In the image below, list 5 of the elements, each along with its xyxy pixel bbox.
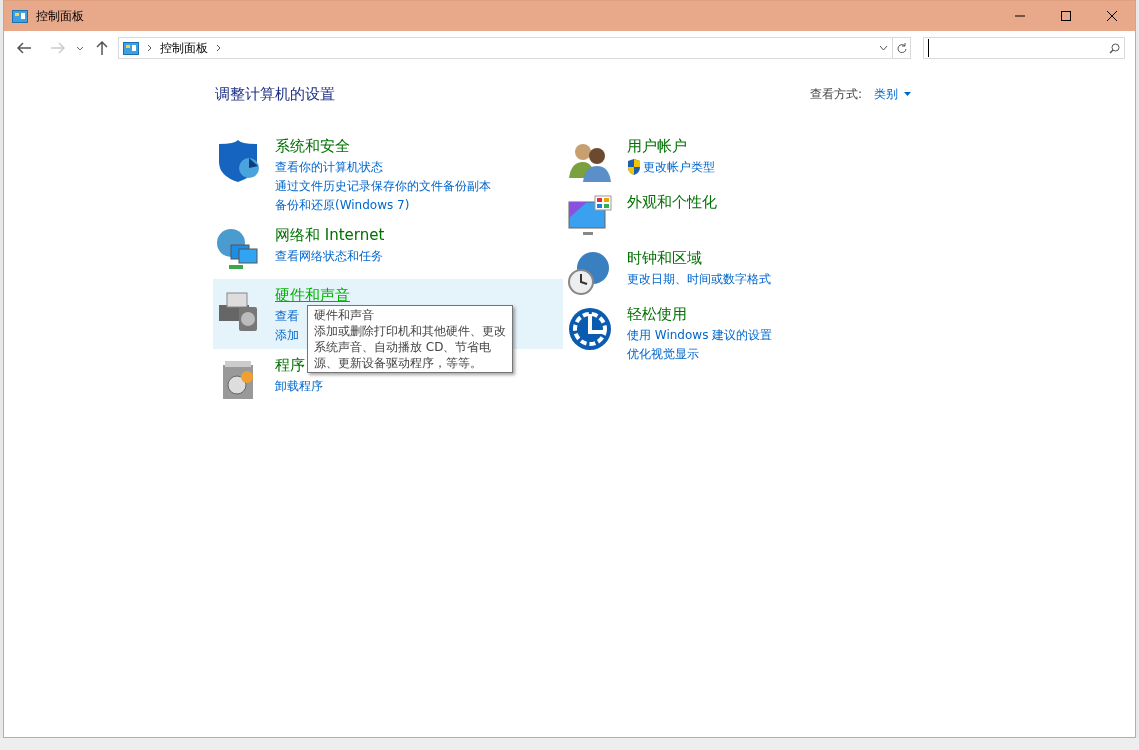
- view-by-label: 查看方式:: [809, 86, 862, 104]
- tooltip-title: 硬件和声音: [314, 307, 375, 323]
- tooltip-text: 添加或删除打印机和其他硬件、更改系统声音、自动播放 CD、节省电源、更新设备驱动程序，等等。: [314, 323, 506, 371]
- window-title: 控制面板: [36, 8, 84, 25]
- page-heading: 调整计算机的设置: [215, 84, 335, 105]
